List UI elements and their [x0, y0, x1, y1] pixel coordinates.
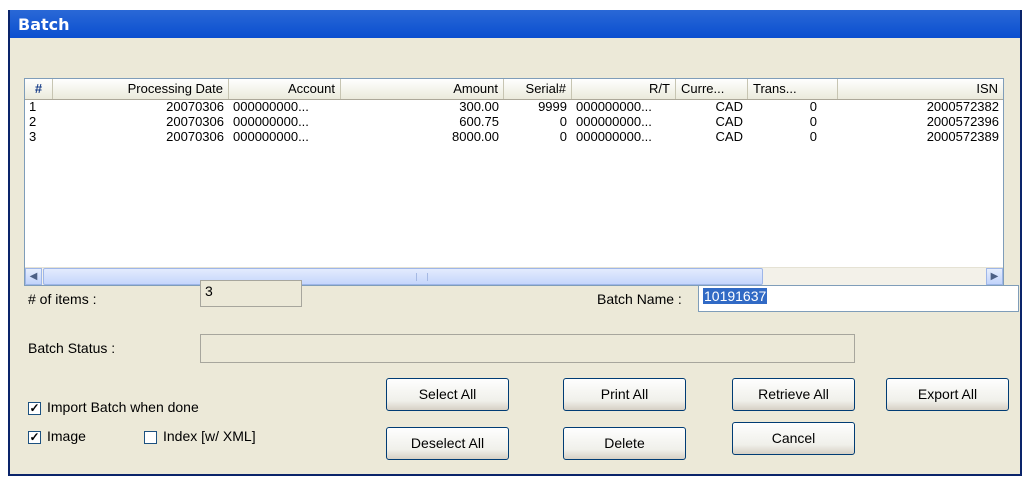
row-number: 1: [29, 99, 37, 114]
currency-cell: CAD: [715, 114, 743, 129]
currency-cell: CAD: [715, 99, 743, 114]
table-row[interactable]: 2 20070306 000000000... 600.75 0 0000000…: [25, 114, 1003, 129]
column-header-currency[interactable]: Curre...: [676, 79, 748, 99]
table-row[interactable]: 1 20070306 000000000... 300.00 9999 0000…: [25, 99, 1003, 114]
column-header-rt[interactable]: R/T: [572, 79, 676, 99]
arrow-left-icon[interactable]: ◀: [25, 268, 42, 285]
rt-cell: 000000000...: [576, 99, 652, 114]
row-number: 2: [29, 114, 37, 129]
rt-cell: 000000000...: [576, 114, 652, 129]
isn-cell: 2000572396: [926, 114, 999, 129]
amount-cell: 600.75: [459, 114, 499, 129]
isn-cell: 2000572389: [926, 129, 999, 144]
items-count-field: 3: [200, 280, 302, 307]
batch-status-label: Batch Status :: [28, 340, 116, 356]
currency-cell: CAD: [715, 129, 743, 144]
title-bar[interactable]: Batch: [10, 10, 1020, 38]
column-header-trans[interactable]: Trans...: [748, 79, 838, 99]
processing-date-cell: 20070306: [166, 114, 224, 129]
image-checkbox[interactable]: ✓: [28, 431, 41, 444]
print-all-button[interactable]: Print All: [563, 378, 686, 411]
window-title: Batch: [18, 15, 70, 34]
arrow-right-icon[interactable]: ▶: [986, 268, 1003, 285]
trans-cell: 0: [809, 114, 817, 129]
trans-cell: 0: [809, 99, 817, 114]
column-header-serial[interactable]: Serial#: [504, 79, 572, 99]
serial-cell: 0: [559, 114, 567, 129]
batch-name-input[interactable]: 10191637: [698, 285, 1019, 312]
batch-window: Batch # Processing Date Account Amount S…: [8, 10, 1022, 476]
row-number: 3: [29, 129, 37, 144]
table-row[interactable]: 3 20070306 000000000... 8000.00 0 000000…: [25, 129, 1003, 144]
batch-name-label: Batch Name :: [597, 291, 682, 307]
window-client: # Processing Date Account Amount Serial#…: [10, 38, 1020, 474]
deselect-all-button[interactable]: Deselect All: [386, 427, 509, 460]
column-header-account[interactable]: Account: [229, 79, 341, 99]
rt-cell: 000000000...: [576, 129, 652, 144]
column-header-isn[interactable]: ISN: [838, 79, 1003, 99]
amount-cell: 300.00: [459, 99, 499, 114]
export-all-button[interactable]: Export All: [886, 378, 1009, 411]
import-batch-checkbox[interactable]: ✓: [28, 402, 41, 415]
select-all-button[interactable]: Select All: [386, 378, 509, 411]
grip-icon: [416, 273, 428, 281]
column-header-amount[interactable]: Amount: [341, 79, 504, 99]
processing-date-cell: 20070306: [166, 129, 224, 144]
image-label: Image: [47, 428, 86, 444]
index-xml-label: Index [w/ XML]: [163, 428, 256, 444]
trans-cell: 0: [809, 129, 817, 144]
delete-button[interactable]: Delete: [563, 427, 686, 460]
list-rows: 1 20070306 000000000... 300.00 9999 0000…: [25, 99, 1003, 144]
batch-items-list[interactable]: # Processing Date Account Amount Serial#…: [24, 78, 1004, 286]
batch-status-field: [200, 334, 855, 363]
account-cell: 000000000...: [233, 114, 309, 129]
index-xml-checkbox[interactable]: [144, 431, 157, 444]
horizontal-scrollbar[interactable]: ◀ ▶: [25, 267, 1003, 285]
items-count-label: # of items :: [28, 291, 97, 307]
import-batch-label: Import Batch when done: [47, 399, 199, 415]
column-header-number[interactable]: #: [25, 79, 53, 99]
retrieve-all-button[interactable]: Retrieve All: [732, 378, 855, 411]
batch-name-value: 10191637: [703, 288, 768, 304]
processing-date-cell: 20070306: [166, 99, 224, 114]
account-cell: 000000000...: [233, 99, 309, 114]
amount-cell: 8000.00: [452, 129, 499, 144]
scrollbar-thumb[interactable]: [43, 268, 763, 285]
column-header-processing-date[interactable]: Processing Date: [53, 79, 229, 99]
isn-cell: 2000572382: [926, 99, 999, 114]
serial-cell: 9999: [538, 99, 567, 114]
account-cell: 000000000...: [233, 129, 309, 144]
list-header: # Processing Date Account Amount Serial#…: [25, 79, 1003, 100]
cancel-button[interactable]: Cancel: [732, 422, 855, 455]
serial-cell: 0: [559, 129, 567, 144]
